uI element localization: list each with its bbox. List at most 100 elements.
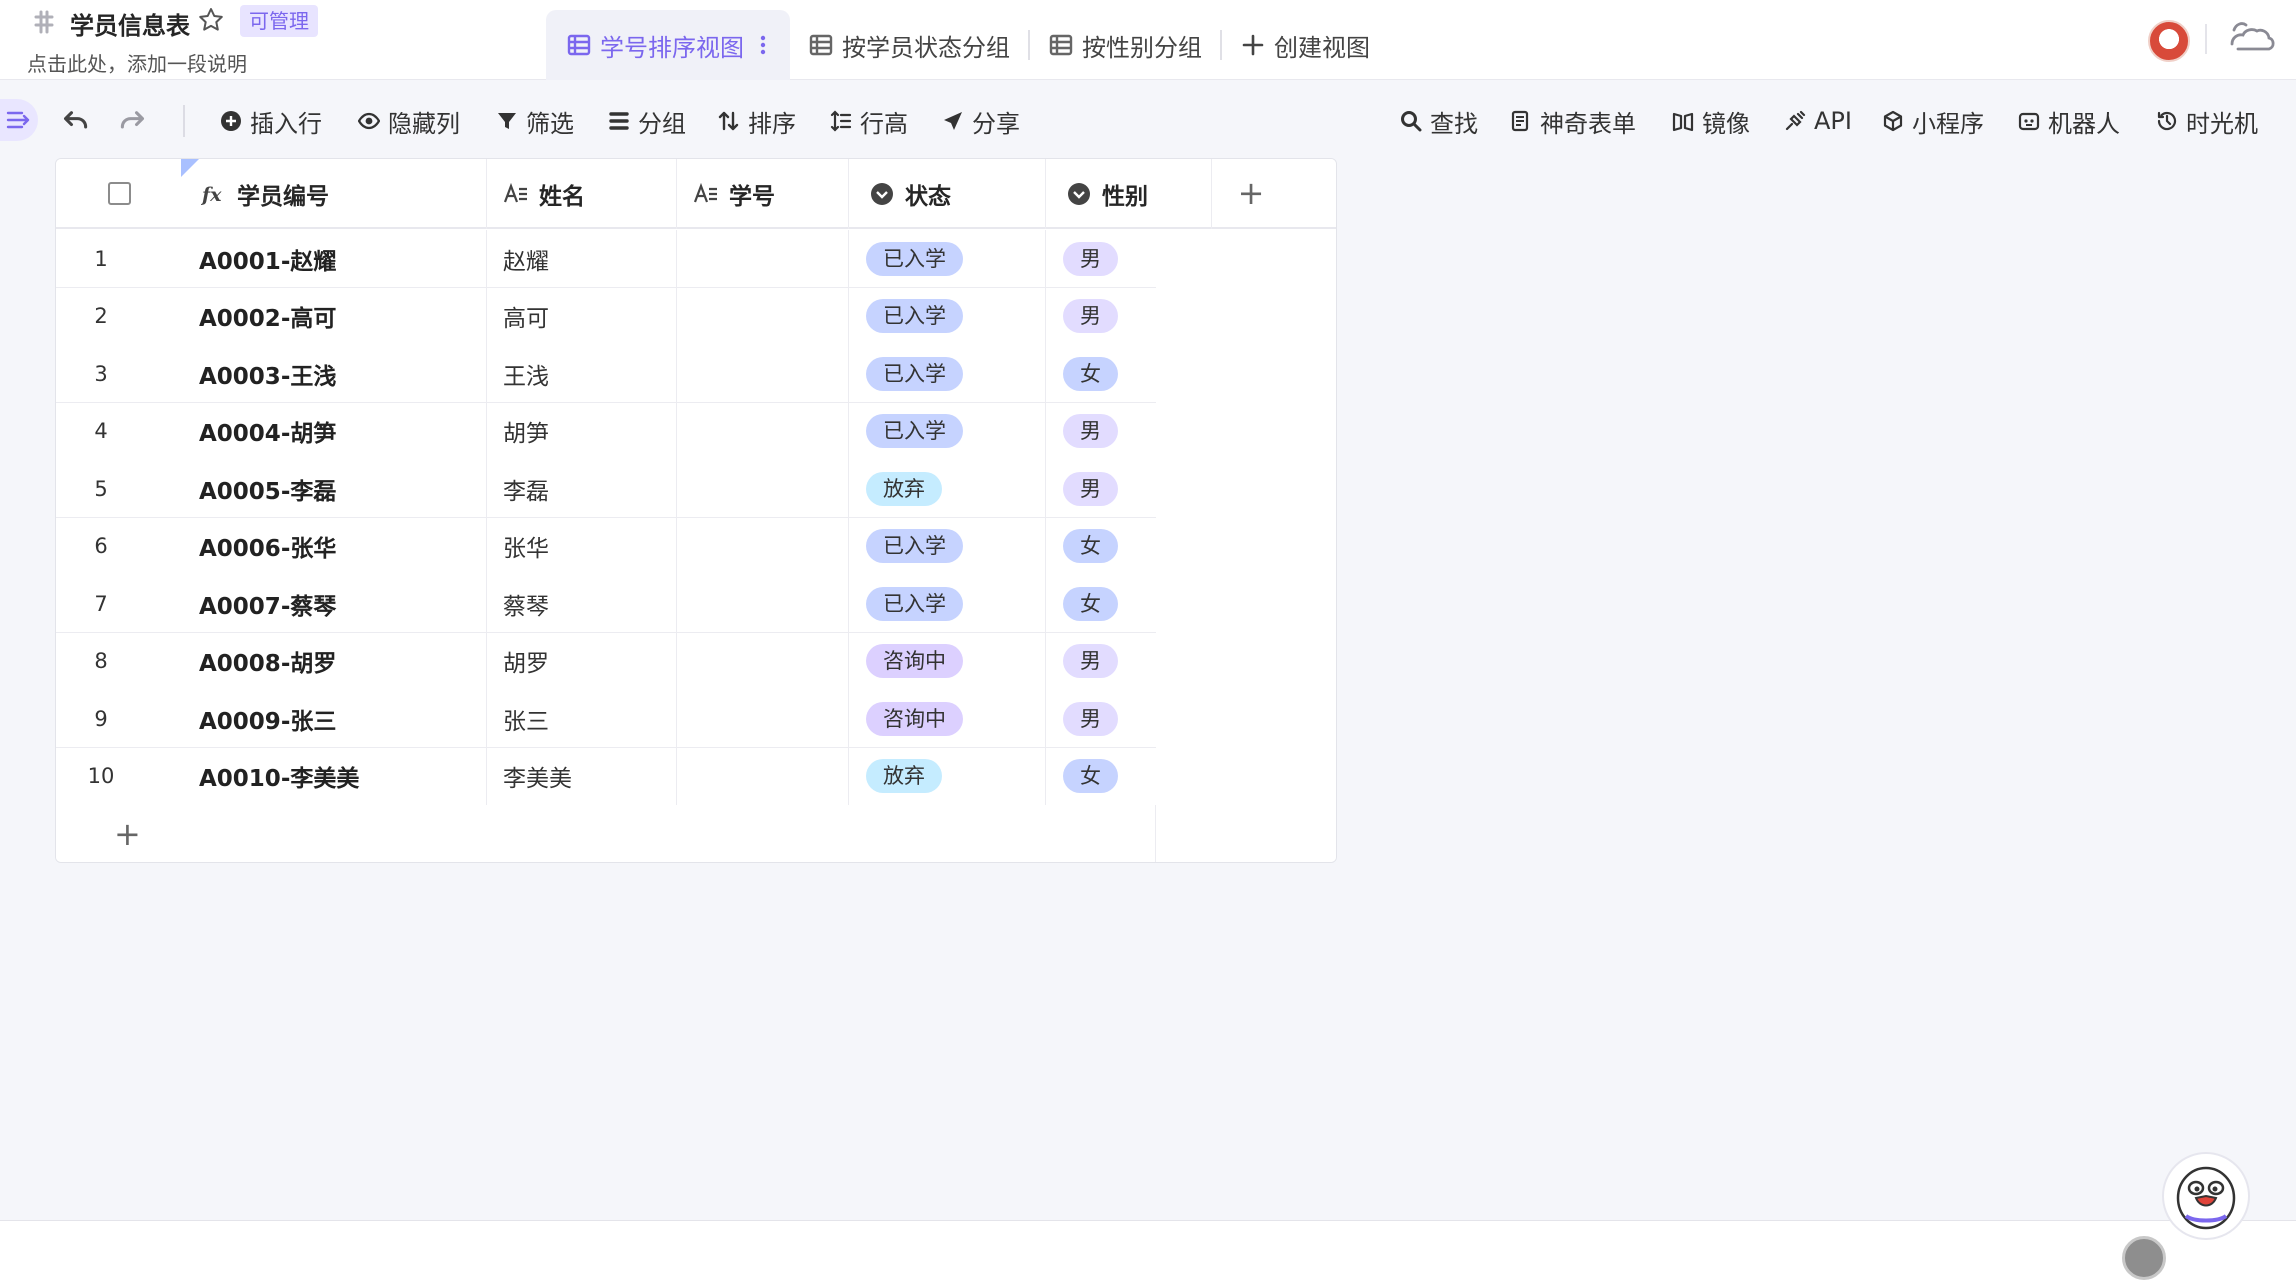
column-label: 学号 [729,184,775,210]
add-column-button[interactable]: + [1236,177,1266,209]
insert-row-button[interactable]: 插入行 [220,103,322,139]
cell-student-id[interactable] [677,632,849,690]
cell-name[interactable]: 胡罗 [487,632,677,690]
table-row[interactable]: 7 A0007-蔡琴 蔡琴 已入学女 [56,575,1212,633]
cell-student-code[interactable]: A0007-蔡琴 [56,575,487,632]
search-icon [1401,111,1422,132]
cell-student-id[interactable] [677,287,849,345]
user-avatar[interactable] [2148,20,2190,62]
cell-student-id[interactable] [677,690,849,747]
cell-status[interactable]: 咨询中 [849,632,1046,690]
cell-status[interactable]: 已入学 [849,345,1046,402]
table-row[interactable]: 5 A0005-李磊 李磊 放弃男 [56,460,1212,518]
search-button[interactable]: 查找 [1400,103,1478,139]
tab-group-by-gender[interactable]: 按性别分组 [1030,10,1220,80]
cell-student-code[interactable]: A0004-胡笋 [56,402,487,460]
mini-program-button[interactable]: 小程序 [1882,103,1984,139]
cell-status[interactable]: 已入学 [849,402,1046,460]
cell-student-code[interactable]: A0002-高可 [56,287,487,345]
bottom-bar [0,1220,2296,1288]
table-row[interactable]: 2 A0002-高可 高可 已入学男 [56,287,1212,346]
share-label: 分享 [972,109,1020,138]
share-button[interactable]: 分享 [942,103,1020,139]
cell-name[interactable]: 张华 [487,517,677,575]
cell-student-id[interactable] [677,460,849,517]
gender-tag: 女 [1063,529,1118,563]
plus-icon: + [114,815,141,853]
cell-name[interactable]: 李美美 [487,747,677,805]
cell-status[interactable]: 放弃 [849,460,1046,517]
cell-name[interactable]: 李磊 [487,460,677,517]
tab-group-by-status[interactable]: 按学员状态分组 [790,10,1028,80]
column-header-status[interactable]: 状态 [849,159,1046,229]
cell-status[interactable]: 已入学 [849,575,1046,632]
column-header-gender[interactable]: 性别 [1046,159,1212,229]
column-header-code[interactable]: fx 学员编号 [201,159,487,229]
create-view-button[interactable]: 创建视图 [1222,10,1388,80]
mirror-icon [1672,112,1694,132]
cell-student-code[interactable]: A0001-赵耀 [56,230,487,287]
cell-status[interactable]: 已入学 [849,230,1046,287]
table-row[interactable]: 1 A0001-赵耀 赵耀 已入学男 [56,230,1212,288]
cell-student-id[interactable] [677,402,849,460]
table-row[interactable]: 10 A0010-李美美 李美美 放弃女 [56,747,1212,806]
cloud-sync-icon[interactable] [2226,18,2276,58]
cell-status[interactable]: 已入学 [849,287,1046,345]
filter-button[interactable]: 筛选 [496,103,574,139]
add-row-button[interactable]: + [56,805,1156,862]
sidebar-expand-icon [6,111,30,129]
cell-status[interactable]: 放弃 [849,747,1046,805]
column-header-student-id[interactable]: 学号 [677,159,849,229]
status-tag: 已入学 [866,356,963,391]
cell-status[interactable]: 已入学 [849,517,1046,575]
cell-name[interactable]: 蔡琴 [487,575,677,632]
magic-form-button[interactable]: 神奇表单 [1510,103,1636,139]
sort-button[interactable]: 排序 [718,103,796,139]
cell-student-id[interactable] [677,747,849,805]
hide-columns-button[interactable]: 隐藏列 [358,103,460,139]
robot-button[interactable]: 机器人 [2018,103,2120,139]
cell-name[interactable]: 张三 [487,690,677,747]
table-row[interactable]: 8 A0008-胡罗 胡罗 咨询中男 [56,632,1212,691]
cell-name[interactable]: 赵耀 [487,230,677,287]
table-row[interactable]: 4 A0004-胡笋 胡笋 已入学男 [56,402,1212,461]
cell-student-code[interactable]: A0005-李磊 [56,460,487,517]
cell-status[interactable]: 咨询中 [849,690,1046,747]
assistant-mascot[interactable] [2162,1152,2250,1240]
star-icon[interactable] [197,6,225,34]
select-all-checkbox[interactable] [108,182,131,205]
floating-help-button[interactable] [2122,1236,2166,1280]
group-button[interactable]: 分组 [608,103,686,139]
cell-student-code[interactable]: A0006-张华 [56,517,487,575]
more-vertical-icon[interactable] [750,32,776,58]
cell-student-code[interactable]: A0008-胡罗 [56,632,487,690]
cell-student-id[interactable] [677,230,849,287]
status-tag: 已入学 [866,414,963,448]
tab-sort-view[interactable]: 学号排序视图 [546,10,790,80]
row-height-button[interactable]: 行高 [830,103,908,139]
undo-button[interactable] [62,103,96,139]
sidebar-toggle[interactable] [0,99,38,141]
datasheet-icon [34,10,54,34]
cell-student-code[interactable]: A0003-王浅 [56,345,487,402]
sheet-title[interactable]: 学员信息表 [70,6,190,41]
sheet-description[interactable]: 点击此处，添加一段说明 [27,48,247,77]
table-row[interactable]: 3 A0003-王浅 王浅 已入学女 [56,345,1212,403]
cell-name[interactable]: 王浅 [487,345,677,402]
redo-button[interactable] [120,103,154,139]
cell-student-id[interactable] [677,517,849,575]
grid-view-icon [1049,34,1073,56]
cell-student-id[interactable] [677,575,849,632]
status-tag: 放弃 [866,471,942,506]
cell-name[interactable]: 高可 [487,287,677,345]
cell-name[interactable]: 胡笋 [487,402,677,460]
time-machine-button[interactable]: 时光机 [2156,103,2258,139]
column-header-name[interactable]: 姓名 [487,159,677,229]
table-row[interactable]: 6 A0006-张华 张华 已入学女 [56,517,1212,576]
mirror-button[interactable]: 镜像 [1672,103,1750,139]
cell-student-code[interactable]: A0010-李美美 [56,747,487,805]
table-row[interactable]: 9 A0009-张三 张三 咨询中男 [56,690,1212,748]
cell-student-code[interactable]: A0009-张三 [56,690,487,747]
api-button[interactable]: API [1784,103,1852,139]
cell-student-id[interactable] [677,345,849,402]
